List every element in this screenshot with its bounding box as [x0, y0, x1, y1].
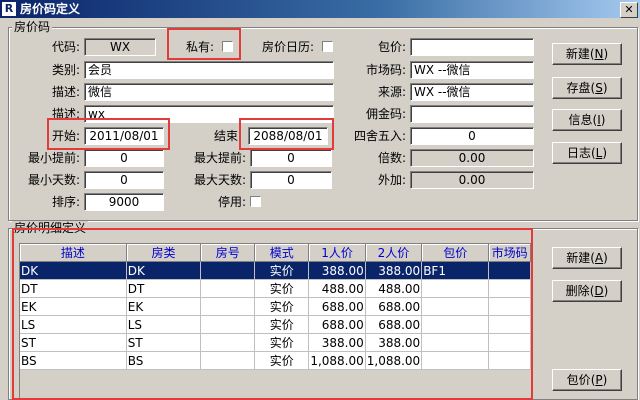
package-label: 包价: — [377, 40, 406, 54]
daily-rate-label: 房价日历: — [261, 40, 314, 54]
package-price-button-label: 包价 — [566, 373, 591, 387]
save-button[interactable]: 存盘(S) — [552, 77, 622, 99]
log-button[interactable]: 日志(L) — [552, 142, 622, 164]
multiplier-label: 倍数: — [377, 151, 406, 165]
rounding-label: 四舍五入: — [353, 129, 406, 143]
highlight-box-detail-table — [12, 228, 533, 400]
new-button-label: 新建 — [565, 47, 590, 61]
new-rate-code-button[interactable]: 新建(N) — [552, 43, 622, 65]
new-detail-button-label: 新建 — [566, 251, 591, 265]
highlight-box-private — [167, 28, 241, 60]
rate-code-group-title: 房价码 — [12, 20, 53, 34]
min-days-label: 最小天数: — [27, 173, 80, 187]
delete-detail-button-label: 删除 — [565, 284, 590, 298]
app-icon: R — [2, 2, 16, 16]
highlight-box-end — [239, 118, 334, 150]
sort-field[interactable]: 9000 — [84, 193, 164, 211]
multiplier-field[interactable]: 0.00 — [410, 149, 534, 167]
market-code-label: 市场码: — [365, 63, 406, 77]
disabled-checkbox[interactable] — [250, 196, 261, 207]
max-days-field[interactable]: 0 — [250, 171, 332, 189]
log-button-key: L — [595, 146, 603, 160]
info-button-key: I — [597, 113, 601, 127]
commission-code-field[interactable] — [410, 105, 534, 123]
new-button-key: N — [594, 47, 604, 61]
market-code-field[interactable]: WX --微信 — [410, 61, 534, 79]
save-button-key: S — [595, 81, 603, 95]
close-button[interactable]: ✕ — [620, 2, 638, 18]
source-label: 来源: — [377, 85, 406, 99]
max-days-label: 最大天数: — [193, 173, 246, 187]
disabled-label: 停用: — [217, 195, 246, 209]
max-advance-field[interactable]: 0 — [250, 149, 332, 167]
min-days-field[interactable]: 0 — [84, 171, 164, 189]
commission-code-label: 佣金码: — [365, 107, 406, 121]
description-label: 描述: — [51, 85, 80, 99]
description-field[interactable]: 微信 — [84, 83, 334, 101]
category-field[interactable]: 会员 — [84, 61, 334, 79]
end-label: 结束: — [213, 129, 242, 143]
package-price-button[interactable]: 包价(P) — [552, 369, 622, 391]
info-button[interactable]: 信息(I) — [552, 109, 622, 131]
rounding-field[interactable]: 0 — [410, 127, 534, 145]
log-button-label: 日志 — [566, 146, 591, 160]
min-advance-label: 最小提前: — [27, 151, 80, 165]
info-button-label: 信息 — [568, 113, 593, 127]
delete-detail-button[interactable]: 删除(D) — [552, 280, 622, 302]
source-field[interactable]: WX --微信 — [410, 83, 534, 101]
code-label: 代码: — [51, 40, 80, 54]
new-detail-button-key: A — [594, 251, 604, 265]
title-bar: R 房价码定义 ✕ — [0, 0, 640, 18]
add-field[interactable]: 0.00 — [410, 171, 534, 189]
min-advance-field[interactable]: 0 — [84, 149, 164, 167]
save-button-label: 存盘 — [566, 81, 591, 95]
sort-label: 排序: — [51, 195, 80, 209]
highlight-box-start — [47, 118, 170, 150]
delete-detail-button-key: D — [594, 284, 604, 298]
add-label: 外加: — [377, 173, 406, 187]
daily-rate-checkbox[interactable] — [322, 41, 333, 52]
window-title: 房价码定义 — [20, 2, 81, 16]
package-price-button-key: P — [595, 373, 603, 387]
code-field[interactable]: WX — [84, 38, 156, 56]
package-field[interactable] — [410, 38, 534, 56]
max-advance-label: 最大提前: — [193, 151, 246, 165]
category-label: 类别: — [51, 63, 80, 77]
new-detail-button[interactable]: 新建(A) — [552, 247, 622, 269]
